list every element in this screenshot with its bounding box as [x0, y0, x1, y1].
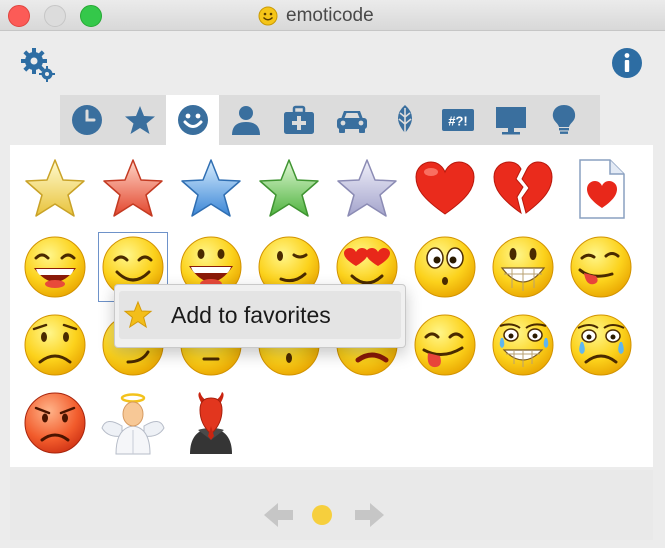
broken-heart-icon	[493, 161, 553, 215]
emoticon-heart[interactable]	[410, 154, 480, 224]
emoticon-tongue-wink[interactable]	[566, 232, 636, 302]
grinning-icon	[24, 236, 86, 298]
emoticon-green-star[interactable]	[254, 154, 324, 224]
info-icon[interactable]	[611, 47, 643, 79]
emoticon-broken-heart[interactable]	[488, 154, 558, 224]
green-star-icon	[259, 159, 319, 217]
app-smiley-icon	[258, 6, 278, 26]
emoticon-angry[interactable]	[20, 388, 90, 458]
emoticon-laughing-tears[interactable]	[488, 310, 558, 380]
emoticon-blue-star[interactable]	[176, 154, 246, 224]
star-icon	[123, 300, 153, 329]
person-icon	[231, 106, 260, 135]
heart-document-icon	[579, 159, 625, 219]
emoticon-angel[interactable]	[98, 388, 168, 458]
surprised-icon	[414, 236, 476, 298]
symbols-label: #?!	[448, 114, 468, 129]
angel-icon	[101, 393, 165, 455]
tab-medical[interactable]	[272, 95, 325, 145]
car-icon	[336, 111, 367, 133]
emoticon-grinning[interactable]	[20, 232, 90, 302]
lightbulb-icon	[552, 105, 575, 134]
tab-smileys[interactable]	[166, 95, 219, 145]
angry-icon	[24, 392, 86, 454]
crying-icon	[570, 314, 632, 376]
title-bar: emoticode	[0, 0, 665, 31]
monitor-icon	[495, 107, 526, 135]
tab-objects[interactable]	[484, 95, 537, 145]
tab-nature[interactable]	[378, 95, 431, 145]
blue-star-icon	[181, 159, 241, 217]
window-title: emoticode	[286, 5, 374, 26]
emoticon-surprised[interactable]	[410, 232, 480, 302]
emoticon-toothy-grin[interactable]	[488, 232, 558, 302]
gear-icon[interactable]	[20, 47, 56, 83]
tab-ideas[interactable]	[537, 95, 590, 145]
tab-symbols[interactable]: #?!	[431, 95, 484, 145]
emoticon-crying[interactable]	[566, 310, 636, 380]
emoticon-tongue-out[interactable]	[410, 310, 480, 380]
tongue-out-icon	[414, 314, 476, 376]
minimize-window-button[interactable]	[44, 5, 66, 27]
devil-icon	[190, 392, 232, 454]
tab-recent[interactable]	[60, 95, 113, 145]
close-window-button[interactable]	[8, 5, 30, 27]
zoom-window-button[interactable]	[80, 5, 102, 27]
add-to-favorites-menu-item[interactable]: Add to favorites	[119, 291, 401, 339]
tab-travel[interactable]	[325, 95, 378, 145]
window-title-group: emoticode	[258, 4, 374, 28]
menu-item-label: Add to favorites	[171, 301, 331, 328]
emoticon-devil[interactable]	[176, 388, 246, 458]
yellow-star-icon	[25, 159, 85, 217]
previous-page-icon[interactable]	[262, 498, 296, 532]
emoticon-worried[interactable]	[20, 310, 90, 380]
context-menu: Add to favorites	[114, 284, 406, 348]
emoticon-heart-document[interactable]	[566, 154, 636, 224]
heart-icon	[415, 161, 475, 215]
next-page-icon[interactable]	[352, 498, 386, 532]
pagination-bar	[10, 470, 653, 540]
app-window: emoticode #?! Add to favorites	[0, 0, 665, 548]
emoticon-red-star[interactable]	[98, 154, 168, 224]
leaf-icon	[397, 105, 412, 135]
worried-icon	[24, 314, 86, 376]
clock-icon	[71, 105, 102, 135]
page-indicator-dot[interactable]	[312, 505, 332, 525]
smiley-icon	[177, 105, 208, 135]
tab-favorites[interactable]	[113, 95, 166, 145]
category-tab-bar: #?!	[60, 95, 600, 145]
tongue-wink-icon	[570, 236, 632, 298]
tab-people[interactable]	[219, 95, 272, 145]
laughing-tears-icon	[492, 314, 554, 376]
lavender-star-icon	[337, 159, 397, 217]
star-icon	[124, 106, 155, 134]
toothy-grin-icon	[492, 236, 554, 298]
red-star-icon	[103, 159, 163, 217]
emoticon-yellow-star[interactable]	[20, 154, 90, 224]
symbols-icon: #?!	[441, 109, 474, 131]
emoticon-lavender-star[interactable]	[332, 154, 402, 224]
first-aid-icon	[283, 105, 314, 134]
